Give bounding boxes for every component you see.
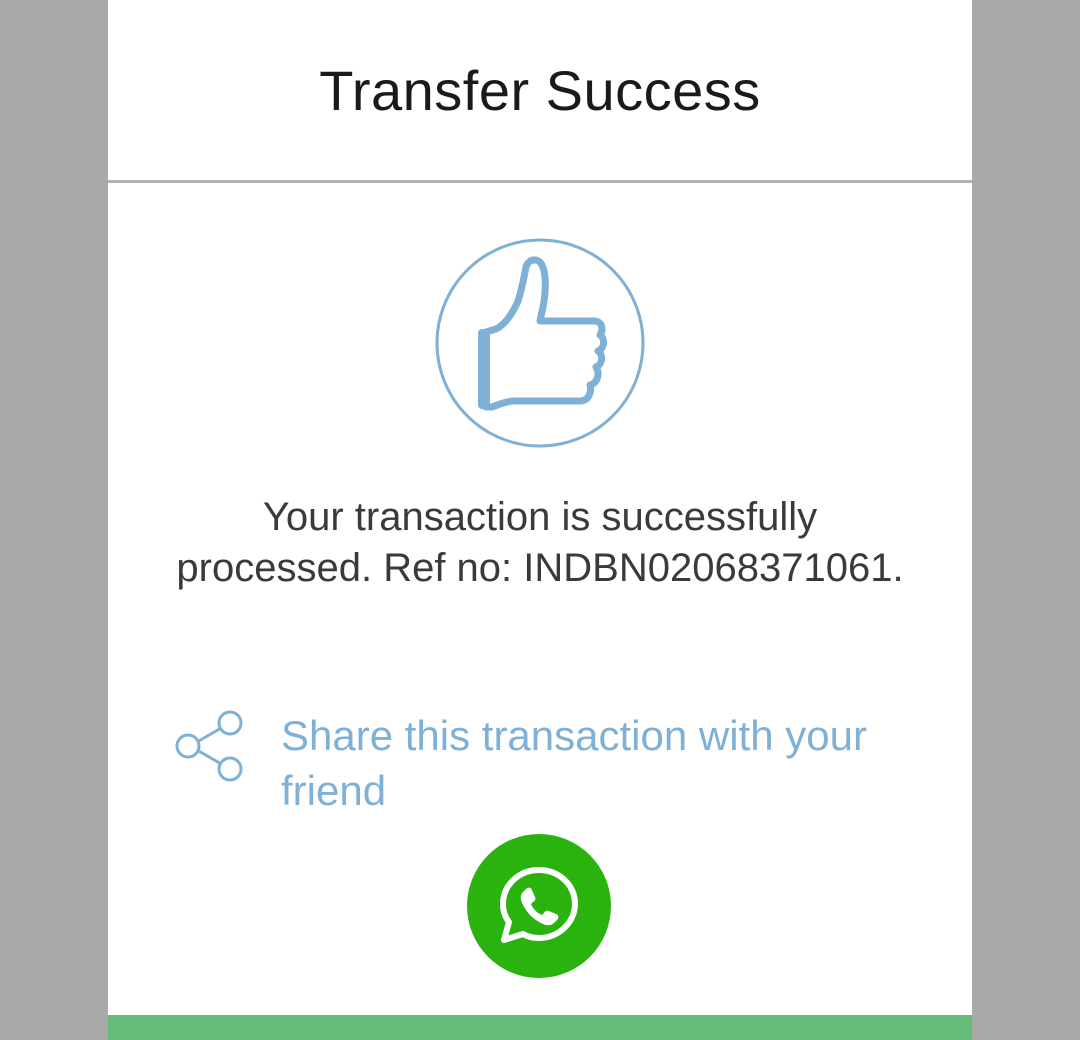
- whatsapp-share-button[interactable]: [467, 834, 611, 978]
- thumbs-up-icon: [435, 238, 645, 448]
- transfer-success-dialog: Transfer Success Your transaction is suc…: [108, 0, 972, 1040]
- share-transaction-row[interactable]: Share this transaction with your friend: [174, 706, 934, 826]
- dialog-header: Transfer Success: [108, 0, 972, 183]
- whatsapp-icon: [500, 867, 578, 943]
- footer-action-bar[interactable]: [108, 1015, 972, 1040]
- dialog-title: Transfer Success: [319, 58, 761, 122]
- share-label[interactable]: Share this transaction with your friend: [281, 708, 941, 818]
- transaction-message: Your transaction is successfully process…: [176, 495, 904, 590]
- share-icon[interactable]: [174, 706, 246, 786]
